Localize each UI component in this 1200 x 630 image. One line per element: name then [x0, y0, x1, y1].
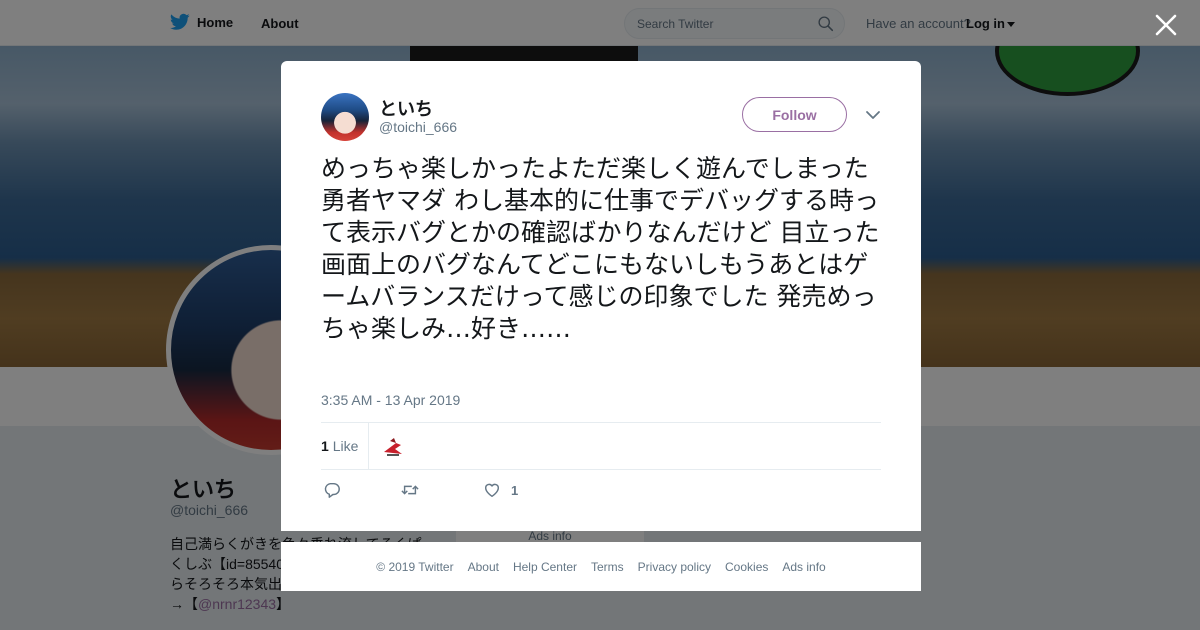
like-count: 1	[511, 482, 519, 498]
author-name[interactable]: といち	[379, 95, 433, 121]
likes-stat-link[interactable]: 1 Like	[321, 438, 358, 454]
footer-copyright: © 2019 Twitter	[376, 559, 454, 574]
reply-icon	[324, 482, 340, 498]
tweet-timestamp[interactable]: 3:35 AM - 13 Apr 2019	[321, 392, 460, 408]
reply-button[interactable]	[323, 481, 341, 499]
chevron-down-icon[interactable]	[865, 109, 881, 121]
like-button[interactable]: 1	[483, 481, 518, 499]
footer-link-help-center[interactable]: Help Center	[513, 560, 577, 574]
footer-link-terms[interactable]: Terms	[591, 560, 624, 574]
tweet-stats: 1 Like	[321, 422, 881, 470]
footer-link-privacy[interactable]: Privacy policy	[638, 560, 711, 574]
author-handle[interactable]: @toichi_666	[379, 119, 457, 135]
tweet-modal: といち @toichi_666 Follow めっちゃ楽しかったよただ楽しく遊ん…	[281, 61, 921, 531]
retweet-icon	[401, 485, 419, 495]
liker-avatar[interactable]	[381, 435, 405, 459]
footer-link-about[interactable]: About	[468, 560, 499, 574]
tweet-text: めっちゃ楽しかったよただ楽しく遊んでしまった勇者ヤマダ わし基本的に仕事でデバッ…	[321, 154, 880, 343]
stats-divider	[368, 423, 369, 469]
tweet-actions: 1	[321, 481, 881, 501]
footer-link-cookies[interactable]: Cookies	[725, 560, 768, 574]
likes-count: 1	[321, 438, 329, 454]
follow-button[interactable]: Follow	[742, 97, 847, 132]
likes-label: Like	[332, 438, 359, 454]
modal-footer: © 2019 Twitter About Help Center Terms P…	[281, 542, 921, 591]
footer-link-ads-info[interactable]: Ads info	[782, 560, 825, 574]
retweet-button[interactable]	[401, 481, 419, 499]
heart-icon	[484, 483, 500, 498]
close-icon[interactable]	[1152, 11, 1180, 39]
author-avatar[interactable]	[321, 93, 369, 141]
